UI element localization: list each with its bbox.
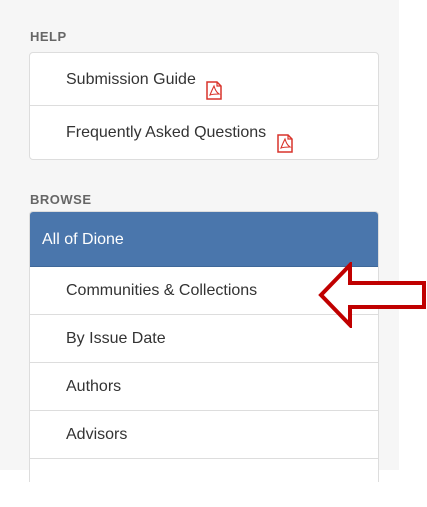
red-arrow-icon	[318, 262, 426, 328]
pdf-icon	[276, 122, 293, 153]
help-section-title: HELP	[30, 29, 67, 44]
browse-item-authors[interactable]: Authors	[30, 363, 378, 411]
browse-item-advisors[interactable]: Advisors	[30, 411, 378, 459]
browse-item-more[interactable]	[30, 459, 378, 507]
help-item-label: Frequently Asked Questions	[66, 124, 267, 141]
help-item-faq[interactable]: Frequently Asked Questions	[30, 106, 378, 159]
browse-item-all-of-dione[interactable]: All of Dione	[30, 212, 378, 267]
sidebar: HELP Submission Guide Frequently Asked Q…	[0, 0, 399, 482]
help-item-label: Submission Guide	[66, 71, 196, 88]
help-list: Submission Guide Frequently Asked Questi…	[29, 52, 379, 160]
pdf-icon	[206, 69, 223, 100]
help-item-submission-guide[interactable]: Submission Guide	[30, 53, 378, 106]
browse-list: All of Dione Communities & Collections B…	[29, 211, 379, 482]
browse-section-title: BROWSE	[30, 192, 92, 207]
